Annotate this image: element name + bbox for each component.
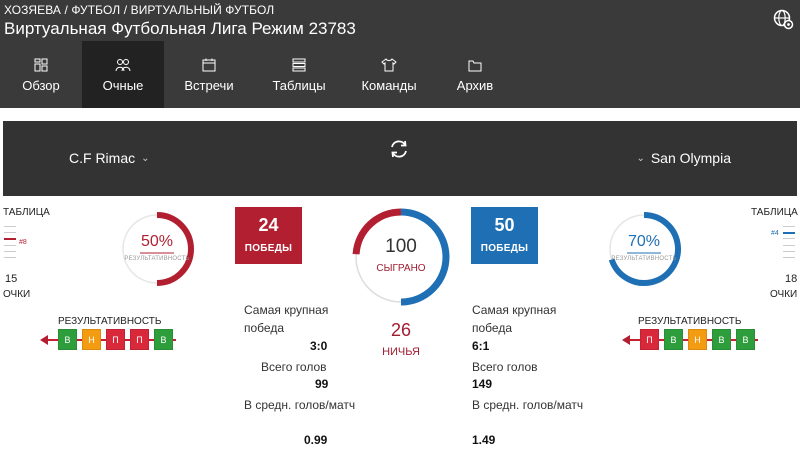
draws-arc	[355, 254, 402, 303]
calendar-icon	[202, 56, 216, 74]
tab-label: Очные	[102, 78, 144, 93]
table-icon	[292, 56, 306, 74]
home-total-goals-label: Всего голов	[261, 360, 327, 374]
overview-icon	[34, 56, 48, 74]
form-result-badge[interactable]: В	[664, 329, 683, 350]
away-total-goals-label: Всего голов	[472, 360, 538, 374]
tab-bar: Обзор Очные Встречи Таблицы Команды Архи…	[0, 41, 516, 108]
home-table-position-scale	[4, 222, 16, 262]
form-result-badge[interactable]: Н	[82, 329, 101, 350]
settings-globe-icon[interactable]	[772, 8, 794, 30]
away-performance-donut: 70% РЕЗУЛЬТАТИВНОСТЬ	[605, 210, 683, 288]
away-table-position-scale	[783, 222, 795, 262]
form-result-badge[interactable]: П	[130, 329, 149, 350]
home-biggest-win: 3:0	[310, 339, 328, 353]
form-result-badge[interactable]: Н	[688, 329, 707, 350]
away-wins-label: ПОБЕДЫ	[480, 243, 529, 254]
away-avg-goals: 1.49	[472, 433, 496, 447]
head-to-head-icon	[115, 56, 131, 74]
tab-archive[interactable]: Архив	[434, 41, 516, 108]
page-title: Виртуальная Футбольная Лига Режим 23783	[4, 19, 356, 38]
draws-count: 26	[390, 320, 412, 340]
away-performance-label: РЕЗУЛЬТАТИВНОСТЬ	[611, 256, 677, 262]
away-table-label: ТАБЛИЦА	[751, 207, 798, 218]
form-result-badge[interactable]: П	[106, 329, 125, 350]
breadcrumb[interactable]: ХОЗЯЕВА / ФУТБОЛ / ВИРТУАЛЬНЫЙ ФУТБОЛ	[4, 3, 274, 17]
away-wins-box: 50 ПОБЕДЫ	[471, 207, 538, 264]
away-wins: 50	[494, 215, 515, 235]
away-team-select[interactable]: ⌄ San Olympia	[636, 150, 731, 166]
away-table-position: #4	[771, 230, 779, 237]
form-result-badge[interactable]: П	[640, 329, 659, 350]
tab-head-to-head[interactable]: Очные	[82, 41, 164, 108]
arrow-left-icon	[40, 335, 48, 345]
home-form-title: РЕЗУЛЬТАТИВНОСТЬ	[58, 316, 162, 327]
shirt-icon	[381, 56, 397, 74]
away-performance-pct: 70%	[627, 233, 661, 250]
form-result-badge[interactable]: В	[736, 329, 755, 350]
away-team-name: San Olympia	[650, 150, 731, 166]
home-table-label: ТАБЛИЦА	[3, 207, 50, 218]
away-form-title: РЕЗУЛЬТАТИВНОСТЬ	[638, 316, 742, 327]
tab-tables[interactable]: Таблицы	[254, 41, 344, 108]
team-selector-bar: C.F Rimac ⌄ ⌄ San Olympia	[3, 121, 797, 196]
home-wins-box: 24 ПОБЕДЫ	[235, 207, 302, 264]
home-performance-pct: 50%	[140, 233, 174, 250]
matches-played: 100	[385, 236, 417, 257]
home-team-select[interactable]: C.F Rimac ⌄	[69, 150, 150, 166]
home-avg-goals-label: В средн. голов/матч	[244, 398, 356, 412]
matches-played-donut: 100 СЫГРАНО	[351, 205, 451, 310]
tab-label: Встречи	[184, 78, 234, 93]
tab-label: Таблицы	[272, 78, 326, 93]
away-form-row: ПВНВВ	[622, 329, 762, 351]
home-points: 15	[5, 273, 18, 285]
home-total-goals: 99	[315, 377, 329, 391]
form-result-badge[interactable]: В	[712, 329, 731, 350]
matches-played-label: СЫГРАНО	[376, 263, 426, 274]
home-table-position: #8	[19, 239, 27, 246]
tab-matches[interactable]: Встречи	[164, 41, 254, 108]
header: ХОЗЯЕВА / ФУТБОЛ / ВИРТУАЛЬНЫЙ ФУТБОЛ Ви…	[0, 0, 800, 108]
home-form-row: ВНППВ	[40, 329, 180, 351]
home-performance-donut: 50% РЕЗУЛЬТАТИВНОСТЬ	[118, 210, 196, 288]
home-avg-goals: 0.99	[304, 433, 328, 447]
tab-label: Обзор	[22, 78, 60, 93]
away-total-goals: 149	[472, 377, 493, 391]
away-avg-goals-label: В средн. голов/матч	[472, 398, 584, 412]
home-team-name: C.F Rimac	[69, 150, 136, 166]
chevron-down-icon: ⌄	[141, 152, 150, 164]
away-points-label: ОЧКИ	[770, 289, 798, 300]
home-wins-label: ПОБЕДЫ	[244, 243, 293, 254]
tab-teams[interactable]: Команды	[344, 41, 434, 108]
home-performance-label: РЕЗУЛЬТАТИВНОСТЬ	[124, 256, 190, 262]
tab-overview[interactable]: Обзор	[0, 41, 82, 108]
away-biggest-win-label: Самая крупная победа	[472, 303, 557, 335]
tab-label: Архив	[456, 78, 494, 93]
arrow-left-icon	[622, 335, 630, 345]
away-points: 18	[785, 273, 798, 285]
away-biggest-win: 6:1	[472, 339, 490, 353]
swap-teams-icon[interactable]	[388, 138, 410, 160]
home-wins: 24	[258, 215, 279, 235]
chevron-down-icon: ⌄	[636, 152, 645, 164]
home-points-label: ОЧКИ	[3, 289, 31, 300]
draws-label: НИЧЬЯ	[382, 346, 420, 358]
tab-label: Команды	[361, 78, 417, 93]
home-biggest-win-label: Самая крупная победа	[244, 303, 329, 335]
folder-icon	[468, 56, 482, 74]
form-result-badge[interactable]: В	[154, 329, 173, 350]
form-result-badge[interactable]: В	[58, 329, 77, 350]
